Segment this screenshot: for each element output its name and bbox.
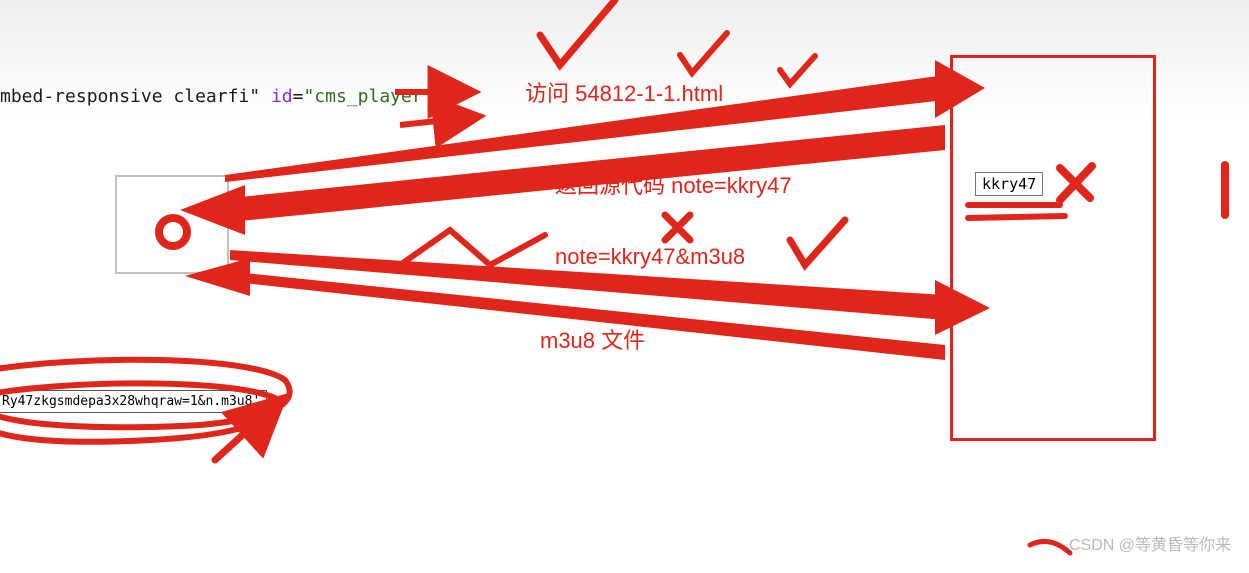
code-snippet-top: mbed-responsive clearfi" id="cms_player"… <box>0 86 444 107</box>
code-text-prefix: mbed-responsive clearfi" <box>0 86 271 107</box>
checkmark-4 <box>790 220 845 265</box>
client-box <box>115 175 229 274</box>
checkmark-1 <box>540 0 615 65</box>
label-response-1: 返回源代码 note=kkry47 <box>555 168 792 200</box>
code-text-attr: id <box>271 86 293 107</box>
server-note-text: kkry47 <box>982 175 1036 193</box>
label-request-1: 访问 54812-1-1.html <box>525 76 723 108</box>
watermark: CSDN @等黄昏等你来 <box>1069 531 1231 555</box>
label-request-2: note=kkry47&m3u8 <box>555 244 745 270</box>
scribble-caret <box>400 230 545 265</box>
code-text-val: "cms_player" <box>303 86 433 107</box>
stray-stroke <box>1030 541 1070 553</box>
server-note-box: kkry47 <box>975 172 1043 196</box>
checkmark-3 <box>780 56 815 84</box>
checkmark-2 <box>680 33 727 73</box>
code-text-eq: = <box>293 86 304 107</box>
code-text-suffix: > <box>434 86 445 107</box>
label-response-2: m3u8 文件 <box>540 323 645 355</box>
small-arrow-2 <box>400 118 465 125</box>
move-cursor-icon: ✥ <box>614 274 629 295</box>
watermark-text: CSDN @等黄昏等你来 <box>1069 537 1231 554</box>
x-mark-middle <box>665 215 690 240</box>
code-snippet-bottom-text: Ry47zkgsmdepa3x28whqraw=1&n.m3u8' <box>2 394 260 409</box>
small-arrow-bottom <box>215 410 270 460</box>
code-snippet-bottom: Ry47zkgsmdepa3x28whqraw=1&n.m3u8' <box>0 390 267 413</box>
server-box <box>950 55 1156 441</box>
